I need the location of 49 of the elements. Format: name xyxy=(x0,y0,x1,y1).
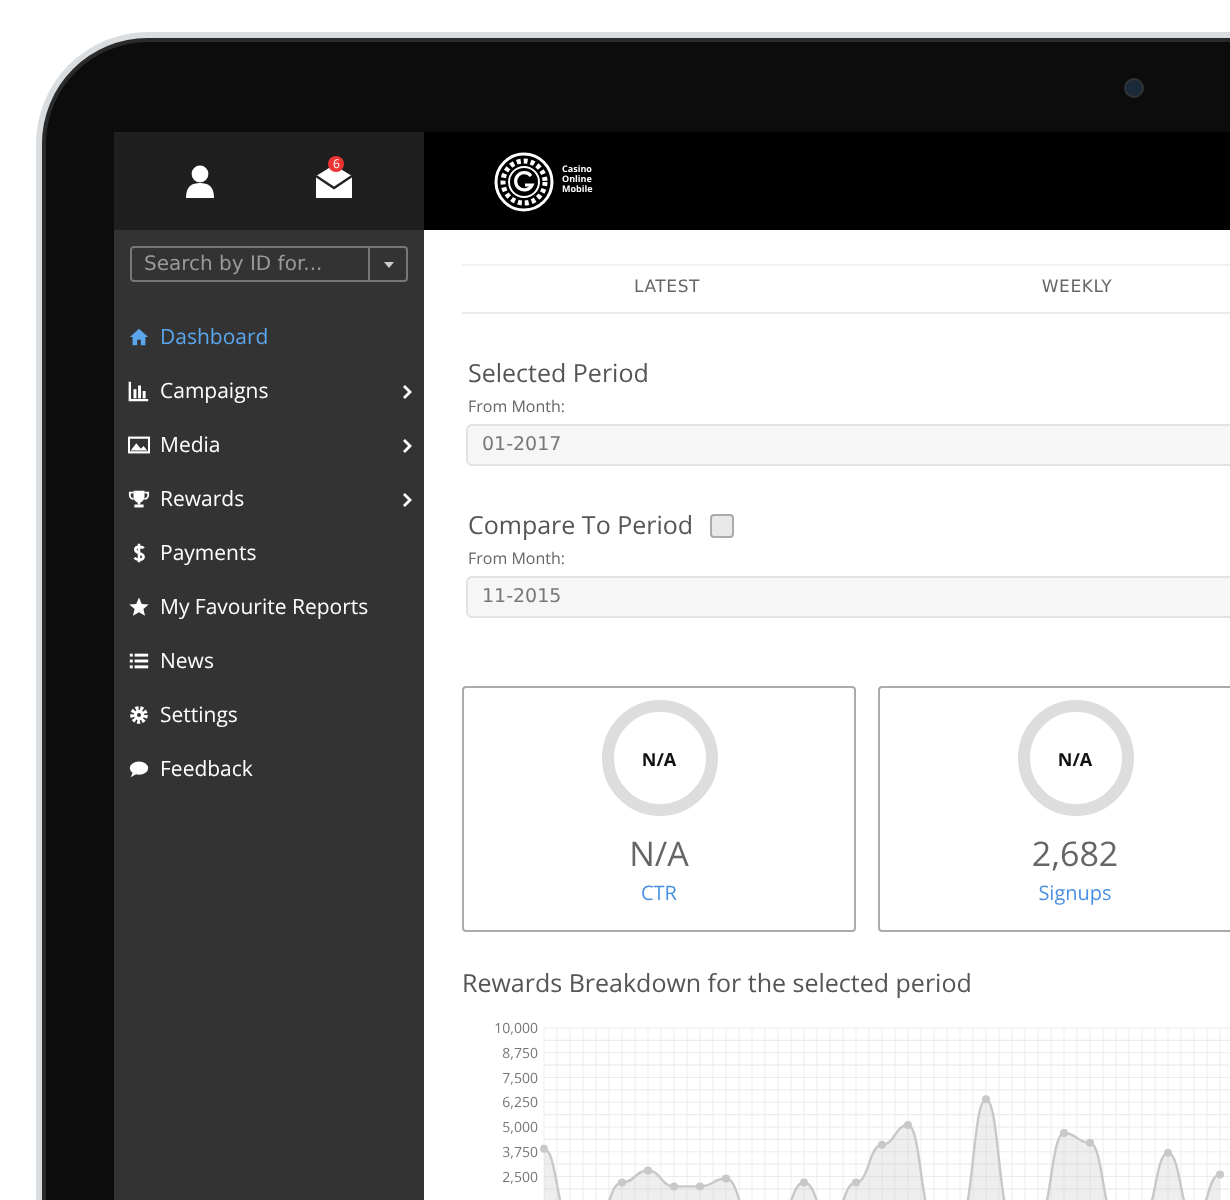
bar-chart-icon xyxy=(128,380,150,402)
data-point xyxy=(878,1140,886,1149)
sidebar-item[interactable]: Media xyxy=(114,418,424,472)
data-point xyxy=(852,1178,860,1187)
data-point xyxy=(800,1178,808,1187)
stat-value: 2,682 xyxy=(1031,830,1119,876)
data-point xyxy=(1216,1170,1224,1179)
logo-icon xyxy=(494,151,554,211)
sidebar-item[interactable]: Rewards xyxy=(114,472,424,526)
image-icon xyxy=(128,434,150,456)
data-point xyxy=(644,1166,652,1175)
field-label: From Month: xyxy=(468,396,567,418)
camera-lens xyxy=(1124,78,1144,98)
field-label: From Month: xyxy=(468,548,567,570)
section-title: Compare To Period xyxy=(468,508,694,542)
settings-icon xyxy=(128,704,150,726)
caret-icon xyxy=(383,261,393,267)
data-point xyxy=(618,1178,626,1187)
sidebar-item[interactable]: Dashboard xyxy=(114,310,424,364)
data-point xyxy=(722,1174,730,1183)
user-button[interactable] xyxy=(183,164,216,198)
sidebar-item[interactable]: Feedback xyxy=(114,742,424,796)
search-field[interactable]: Search by ID for... xyxy=(130,246,408,282)
ring-label: N/A xyxy=(641,745,677,771)
ring-label: N/A xyxy=(1057,745,1093,771)
sidebar-item[interactable]: Campaigns xyxy=(114,364,424,418)
speech-bubble-icon xyxy=(128,758,150,780)
user-icon xyxy=(183,164,216,198)
month-field[interactable]: 11-2015 xyxy=(466,576,1230,618)
sidebar-item[interactable]: Payments xyxy=(114,526,424,580)
chart-title: Rewards Breakdown for the selected period xyxy=(462,966,974,1000)
list-icon xyxy=(128,650,150,672)
home-icon xyxy=(128,326,150,348)
sidebar-item[interactable]: News xyxy=(114,634,424,688)
data-point xyxy=(1086,1138,1094,1147)
sidebar-item[interactable]: Settings xyxy=(114,688,424,742)
dollar-icon xyxy=(128,542,150,564)
trophy-icon xyxy=(128,488,150,510)
month-field[interactable]: 01-2017 xyxy=(466,424,1230,466)
data-point xyxy=(904,1121,912,1129)
checkbox[interactable] xyxy=(709,513,734,537)
stat-value: N/A xyxy=(629,830,689,876)
data-point xyxy=(540,1144,548,1153)
section-title: Selected Period xyxy=(468,356,649,390)
star-icon xyxy=(128,596,150,618)
data-point xyxy=(982,1095,990,1104)
data-point xyxy=(1164,1148,1172,1157)
sidebar-item[interactable]: My Favourite Reports xyxy=(114,580,424,634)
data-point xyxy=(1060,1128,1068,1137)
